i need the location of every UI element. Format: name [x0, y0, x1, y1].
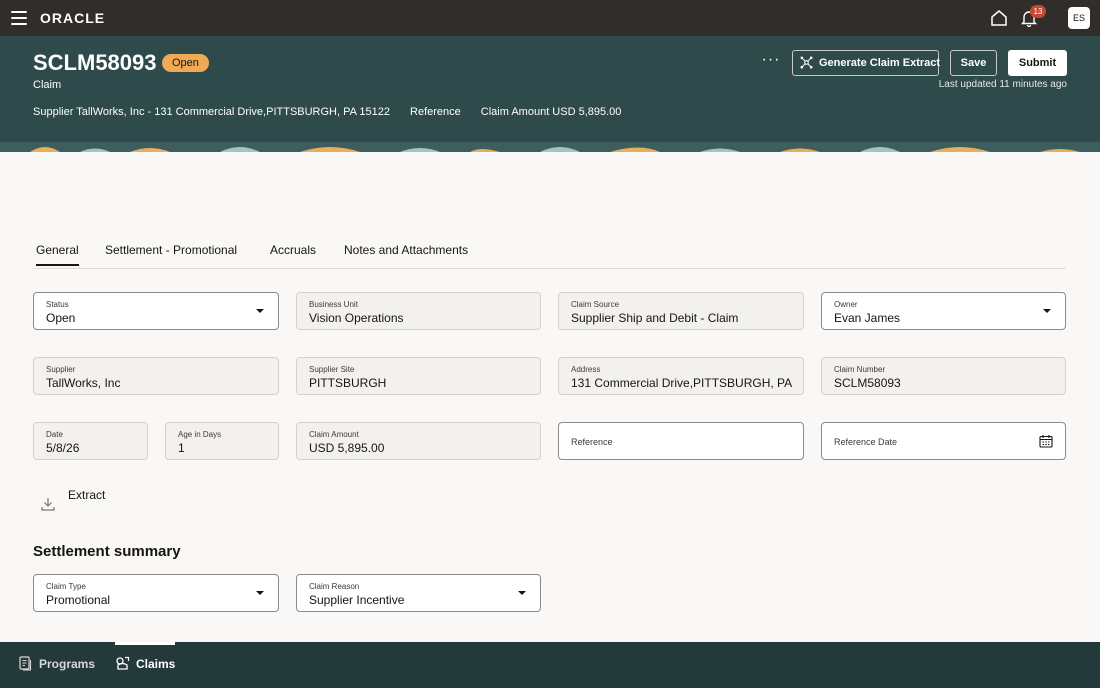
save-button[interactable]: Save: [950, 50, 997, 76]
oracle-logo: ORACLE: [40, 10, 106, 26]
age-in-days-label: Age in Days: [178, 430, 222, 439]
supplier-field: Supplier TallWorks, Inc: [33, 357, 279, 395]
tab-notes-attachments[interactable]: Notes and Attachments: [344, 243, 468, 257]
reference-input[interactable]: Reference: [558, 422, 804, 460]
tab-bar: General Settlement - Promotional Accrual…: [33, 236, 1066, 269]
meta-claim-amount: Claim Amount USD 5,895.00: [480, 106, 622, 118]
claim-number-field: Claim Number SCLM58093: [821, 357, 1066, 395]
reference-date-input[interactable]: Reference Date: [821, 422, 1066, 460]
date-value: 5/8/26: [46, 441, 80, 455]
supplier-site-field: Supplier Site PITTSBURGH: [296, 357, 541, 395]
record-title: SCLM58093: [33, 50, 157, 75]
business-unit-value: Vision Operations: [309, 311, 404, 325]
chevron-down-icon: [256, 309, 264, 313]
tab-general[interactable]: General: [36, 243, 79, 266]
claim-source-value: Supplier Ship and Debit - Claim: [571, 311, 739, 325]
business-unit-field: Business Unit Vision Operations: [296, 292, 541, 330]
home-icon[interactable]: [990, 9, 1008, 27]
status-badge: Open: [162, 54, 209, 72]
address-label: Address: [571, 365, 601, 374]
nav-claims[interactable]: Claims: [115, 656, 175, 671]
claim-amount-label: Claim Amount: [309, 430, 359, 439]
submit-button[interactable]: Submit: [1008, 50, 1067, 76]
chevron-down-icon: [1043, 309, 1051, 313]
bottom-navigation: Programs Claims: [0, 642, 1100, 688]
claim-type-label: Claim Type: [46, 582, 86, 591]
more-actions-button[interactable]: ···: [760, 52, 782, 73]
address-field: Address 131 Commercial Drive,PITTSBURGH,…: [558, 357, 804, 395]
user-avatar[interactable]: ES: [1068, 7, 1090, 29]
extract-button[interactable]: Extract: [40, 487, 120, 517]
generate-claim-extract-label: Generate Claim Extract: [819, 57, 941, 69]
supplier-site-value: PITTSBURGH: [309, 376, 387, 390]
meta-reference: Reference: [410, 106, 461, 118]
status-label: Status: [46, 300, 69, 309]
owner-select[interactable]: Owner Evan James: [821, 292, 1066, 330]
age-in-days-field: Age in Days 1: [165, 422, 279, 460]
claims-icon: [116, 656, 130, 670]
claim-source-label: Claim Source: [571, 300, 620, 309]
date-field: Date 5/8/26: [33, 422, 148, 460]
reference-label: Reference: [571, 437, 613, 447]
supplier-site-label: Supplier Site: [309, 365, 355, 374]
claim-source-field: Claim Source Supplier Ship and Debit - C…: [558, 292, 804, 330]
date-label: Date: [46, 430, 63, 439]
tab-accruals[interactable]: Accruals: [270, 243, 316, 257]
tab-settlement-promotional[interactable]: Settlement - Promotional: [105, 243, 237, 257]
record-type-label: Claim: [33, 79, 62, 91]
claim-type-value: Promotional: [46, 593, 111, 607]
supplier-label: Supplier: [46, 365, 76, 374]
owner-value: Evan James: [834, 311, 901, 325]
programs-icon: [19, 656, 32, 671]
global-header: ORACLE 13 ES: [0, 0, 1100, 36]
menu-icon[interactable]: [11, 11, 27, 25]
reference-date-label: Reference Date: [834, 437, 898, 447]
claim-number-value: SCLM58093: [834, 376, 901, 390]
header-metadata: Supplier TallWorks, Inc - 131 Commercial…: [33, 106, 621, 118]
extract-icon: [800, 56, 813, 69]
claim-number-label: Claim Number: [834, 365, 886, 374]
status-value: Open: [46, 311, 76, 325]
last-updated-text: Last updated 11 minutes ago: [938, 79, 1067, 90]
claim-amount-value: USD 5,895.00: [309, 441, 385, 455]
header-decorative-pattern: [0, 142, 1100, 152]
settlement-summary-heading: Settlement summary: [33, 543, 181, 560]
extract-label: Extract: [68, 488, 106, 502]
meta-supplier: Supplier TallWorks, Inc - 131 Commercial…: [33, 106, 391, 118]
chevron-down-icon: [518, 591, 526, 595]
nav-programs[interactable]: Programs: [18, 656, 95, 671]
download-icon: [41, 498, 55, 511]
claim-amount-field: Claim Amount USD 5,895.00: [296, 422, 541, 460]
record-header: SCLM58093 Open Claim Supplier TallWorks,…: [0, 36, 1100, 152]
claim-reason-label: Claim Reason: [309, 582, 360, 591]
owner-label: Owner: [834, 300, 858, 309]
business-unit-label: Business Unit: [309, 300, 358, 309]
nav-programs-label: Programs: [39, 657, 96, 671]
claim-reason-value: Supplier Incentive: [309, 593, 405, 607]
generate-claim-extract-button[interactable]: Generate Claim Extract: [792, 50, 941, 76]
chevron-down-icon: [256, 591, 264, 595]
status-select[interactable]: Status Open: [33, 292, 279, 330]
nav-claims-label: Claims: [136, 657, 176, 671]
active-tab-indicator: [115, 642, 175, 645]
claim-reason-select[interactable]: Claim Reason Supplier Incentive: [296, 574, 541, 612]
calendar-icon[interactable]: [1039, 434, 1053, 448]
address-value: 131 Commercial Drive,PITTSBURGH, PA 1: [571, 376, 795, 390]
notification-badge: 13: [1030, 5, 1046, 18]
supplier-value: TallWorks, Inc: [46, 376, 121, 390]
claim-type-select[interactable]: Claim Type Promotional: [33, 574, 279, 612]
age-in-days-value: 1: [178, 441, 185, 455]
